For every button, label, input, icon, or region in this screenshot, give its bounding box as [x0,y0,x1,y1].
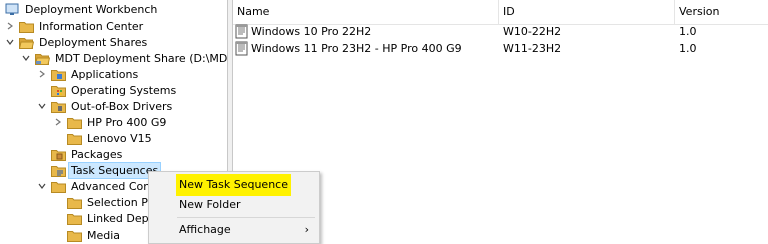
tree-label: Deployment Shares [39,35,148,49]
menu-item-new-folder[interactable]: New Folder [151,194,317,216]
task-sequence-folder-icon [50,162,66,178]
chevron-down-icon[interactable] [20,50,32,66]
folder-open-icon [18,34,34,50]
row-version: 1.0 [679,42,697,55]
tree-label: Out-of-Box Drivers [71,99,173,113]
chevron-right-icon[interactable] [4,18,16,34]
tree-label: Selection Pr [87,195,153,209]
folder-icon [66,194,82,210]
tree-label: Linked Depl [87,211,152,225]
menu-separator [177,217,315,218]
chevron-down-icon[interactable] [36,178,48,194]
folder-icon [66,130,82,146]
menu-item-new-task-sequence[interactable]: New Task Sequence [151,174,317,196]
folder-icon [50,178,66,194]
tree-item-applications[interactable]: Applications [36,66,140,82]
tree-item-advanced-config[interactable]: Advanced Conf [36,178,156,194]
tree-item-packages[interactable]: Packages [36,146,124,162]
task-sequence-icon [235,24,248,41]
tree-item-mdt-share[interactable]: MDT Deployment Share (D:\MDT) [20,50,240,66]
table-row[interactable]: Windows 10 Pro 22H2 W10-22H2 1.0 [233,23,768,40]
tree-label: Task Sequences [67,161,162,179]
tree-item-linked-deployment[interactable]: Linked Depl [52,210,154,226]
tree-label: Applications [71,67,139,81]
list-header: Name ID Version [233,0,768,25]
table-row[interactable]: Windows 11 Pro 23H2 - HP Pro 400 G9 W11-… [233,40,768,57]
tree-label: Information Center [39,19,144,33]
tree-label: Advanced Conf [71,179,155,193]
tree-label: Lenovo V15 [87,131,152,145]
tree-item-deployment-shares[interactable]: Deployment Shares [4,34,149,50]
row-id: W10-22H2 [503,25,562,38]
row-id: W11-23H2 [503,42,562,55]
share-folder-icon [34,50,50,66]
packages-folder-icon [50,146,66,162]
context-menu: New Task Sequence New Folder Affichage › [148,171,320,244]
tree-item-hp-pro[interactable]: HP Pro 400 G9 [52,114,168,130]
chevron-down-icon[interactable] [36,98,48,114]
menu-item-label: New Folder [179,198,241,211]
tree-item-operating-systems[interactable]: Operating Systems [36,82,178,98]
tree-label: Deployment Workbench [25,2,158,16]
folder-icon [18,18,34,34]
applications-folder-icon [50,66,66,82]
chevron-right-icon[interactable] [52,114,64,130]
chevron-down-icon[interactable] [4,34,16,50]
tree-item-information-center[interactable]: Information Center [4,18,145,34]
tree-item-task-sequences[interactable]: Task Sequences [36,161,162,179]
drivers-folder-icon [50,98,66,114]
tree-item-selection-profiles[interactable]: Selection Pr [52,194,154,210]
row-name: Windows 10 Pro 22H2 [251,25,372,38]
column-header-name[interactable]: Name [233,0,498,24]
menu-item-label: Affichage [179,223,231,236]
tree-item-workbench[interactable]: Deployment Workbench [2,1,159,17]
task-sequence-icon [235,41,248,58]
tree-item-media[interactable]: Media [52,227,122,243]
chevron-right-icon[interactable] [36,66,48,82]
row-version: 1.0 [679,25,697,38]
submenu-arrow-icon: › [304,223,309,236]
folder-icon [66,114,82,130]
folder-icon [66,227,82,243]
tree-label: Media [87,228,121,242]
tree-label: MDT Deployment Share (D:\MDT) [55,51,239,65]
os-folder-icon [50,82,66,98]
tree-label: HP Pro 400 G9 [87,115,167,129]
folder-icon [66,210,82,226]
row-name: Windows 11 Pro 23H2 - HP Pro 400 G9 [251,42,462,55]
tree-label: Operating Systems [71,83,177,97]
menu-item-label: New Task Sequence [176,174,291,196]
tree-item-lenovo[interactable]: Lenovo V15 [52,130,154,146]
tree-item-oob-drivers[interactable]: Out-of-Box Drivers [36,98,174,114]
tree-label: Packages [71,147,123,161]
column-header-version[interactable]: Version [675,0,765,24]
menu-item-view[interactable]: Affichage › [151,219,317,241]
column-header-id[interactable]: ID [499,0,673,24]
workbench-icon [4,1,20,17]
